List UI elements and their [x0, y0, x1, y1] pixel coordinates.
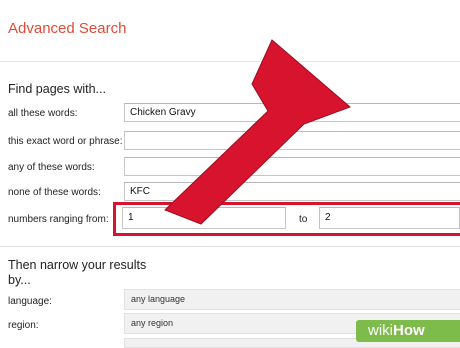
- red-arrow-icon: [164, 39, 351, 225]
- watermark-how: How: [393, 322, 425, 339]
- watermark-wiki: wiki: [368, 322, 393, 339]
- wikihow-watermark: wikiHow: [356, 320, 460, 342]
